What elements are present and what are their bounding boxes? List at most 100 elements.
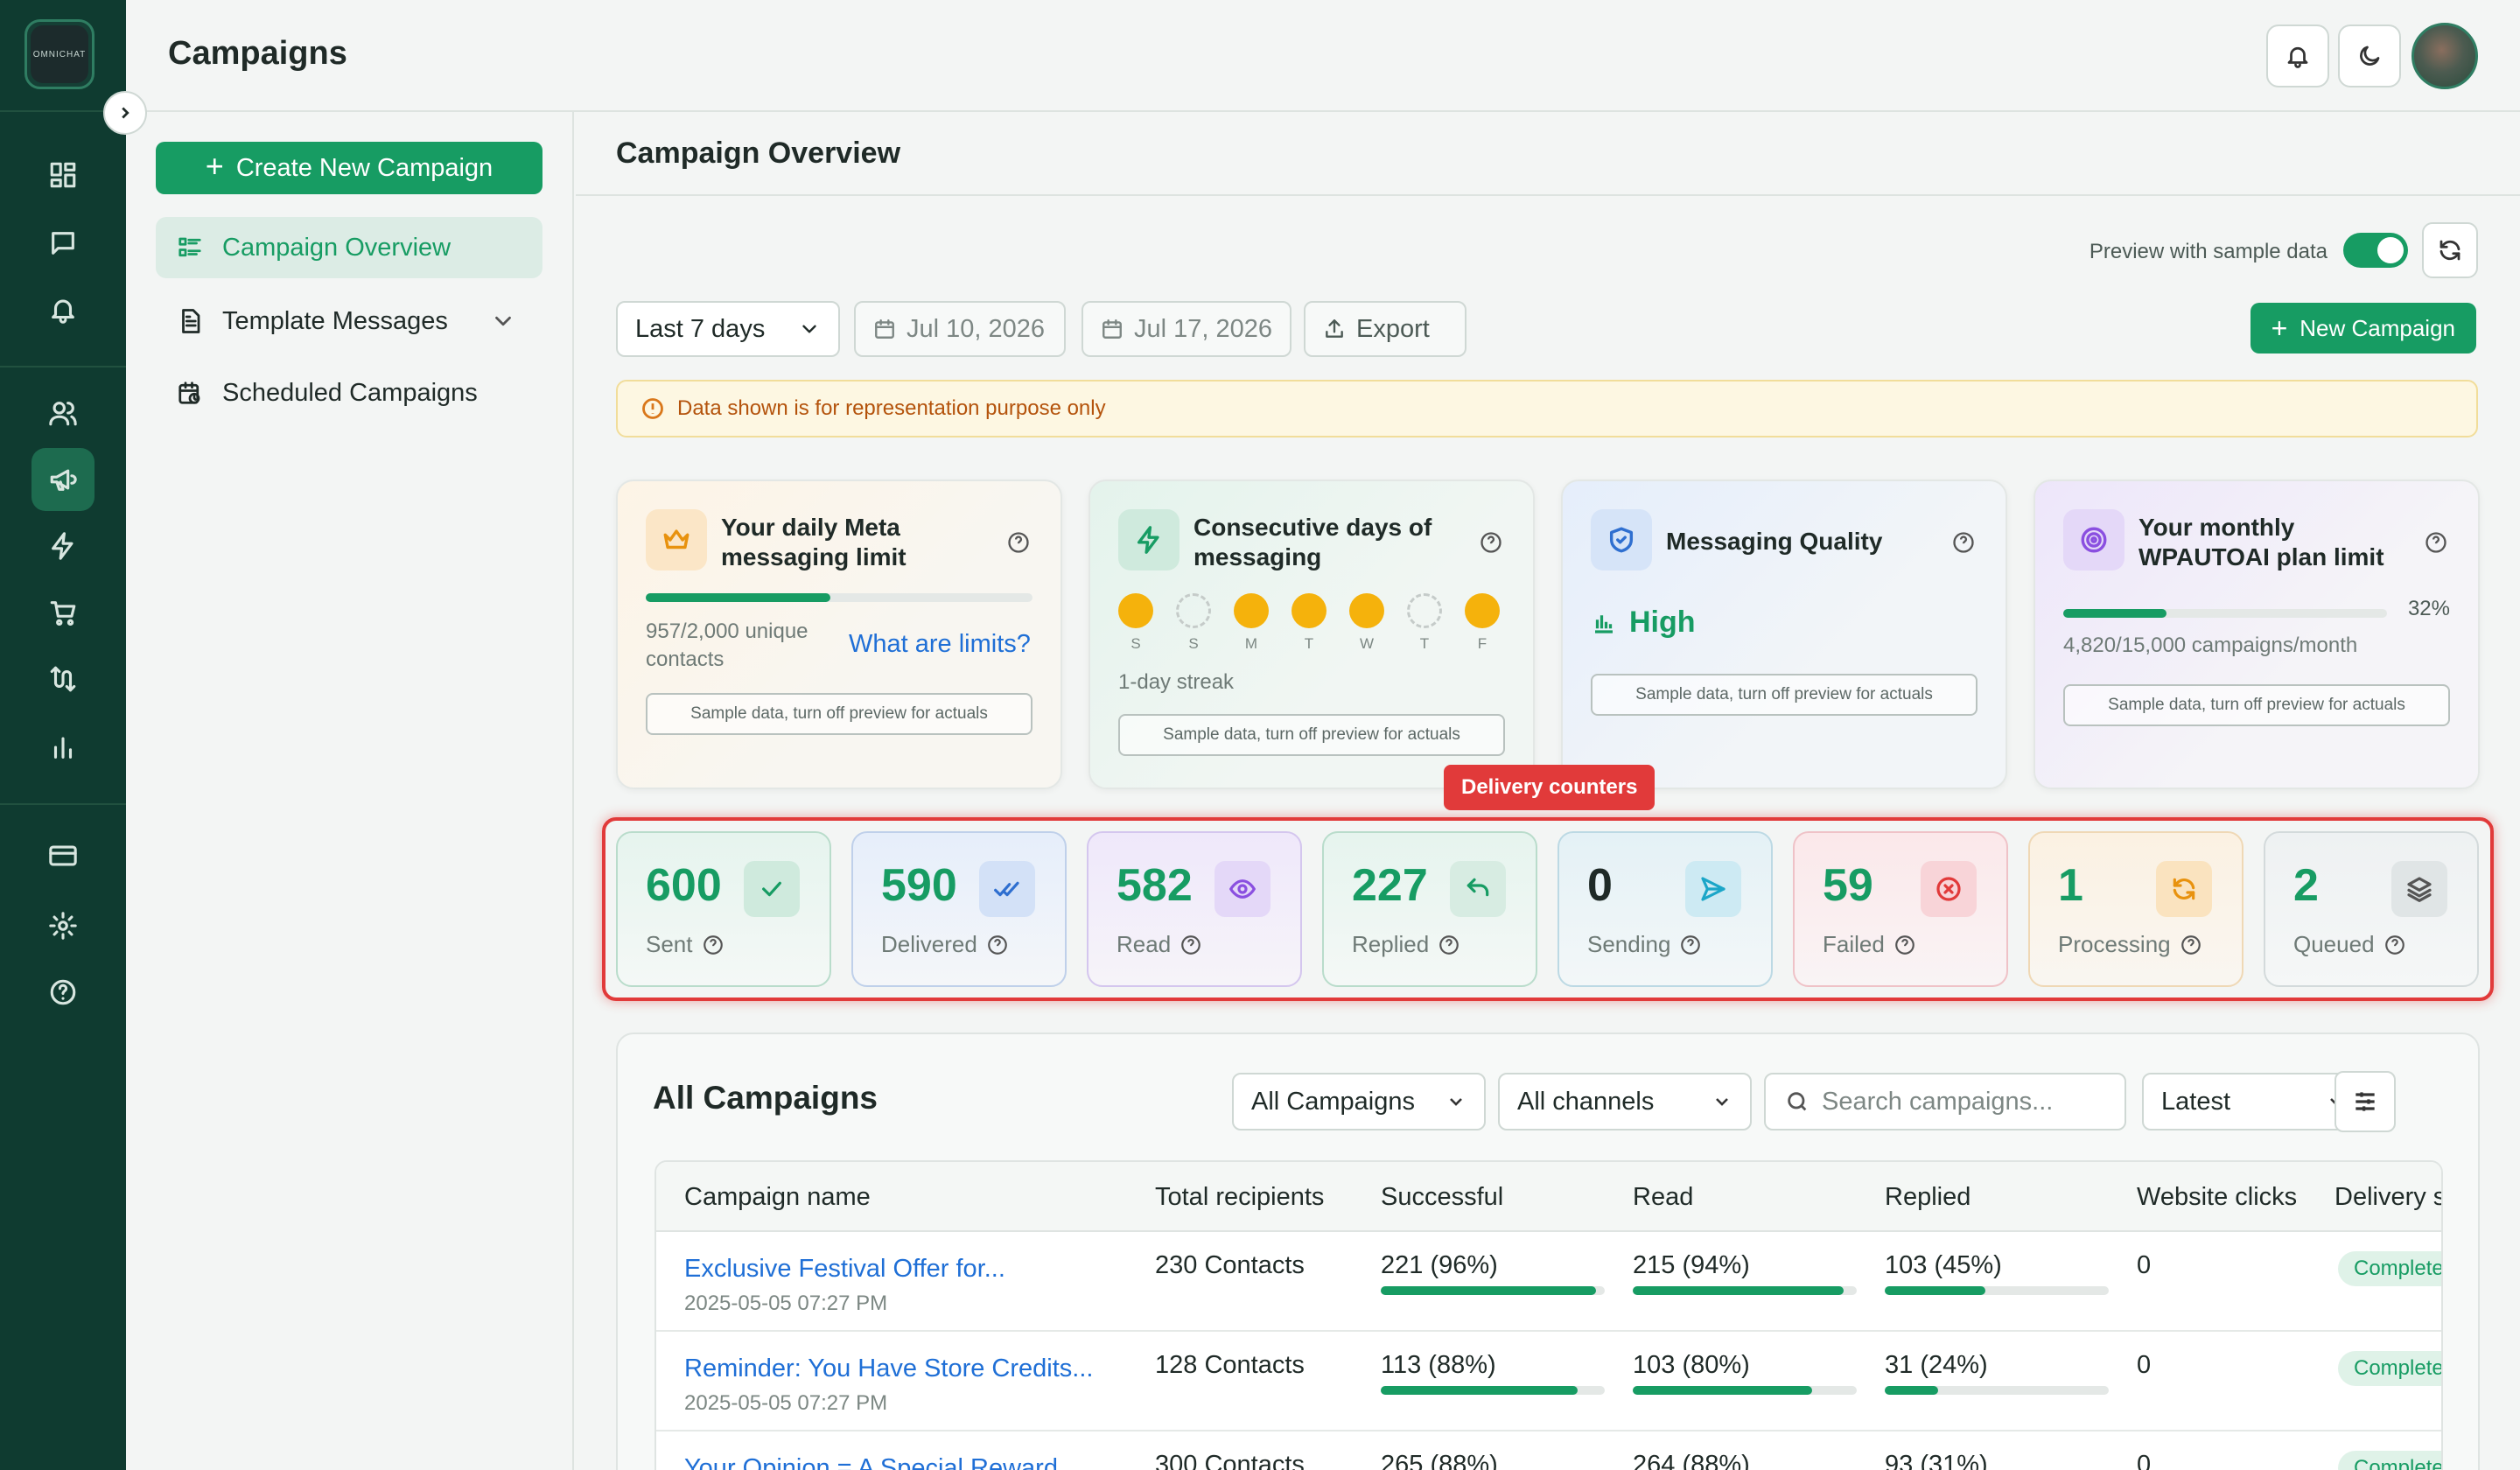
counter-sent[interactable]: 600 Sent — [616, 831, 831, 987]
help-icon[interactable] — [1894, 934, 1916, 956]
search-placeholder: Search campaigns... — [1822, 1087, 2054, 1116]
counter-delivered[interactable]: 590 Delivered — [851, 831, 1067, 987]
preview-toggle[interactable] — [2343, 233, 2408, 268]
counter-label-text: Replied — [1352, 931, 1430, 957]
new-campaign-button[interactable]: + New Campaign — [2250, 303, 2476, 354]
help-icon[interactable] — [986, 934, 1009, 956]
counter-processing[interactable]: 1 Processing — [2028, 831, 2244, 987]
notifications-button[interactable] — [2266, 24, 2329, 88]
date-from-field[interactable]: Jul 10, 2026 — [854, 301, 1066, 357]
dashboard-icon[interactable] — [32, 144, 94, 206]
crown-icon — [646, 509, 707, 570]
layers-icon — [2391, 861, 2447, 917]
help-icon[interactable] — [2384, 934, 2406, 956]
list-icon — [178, 237, 201, 257]
theme-toggle-button[interactable] — [2338, 24, 2401, 88]
subnav-item-scheduled[interactable]: Scheduled Campaigns — [156, 362, 542, 424]
reply-icon — [1450, 861, 1506, 917]
campaign-name-link[interactable]: Reminder: You Have Store Credits... — [684, 1354, 1093, 1383]
card-title: Consecutive days of messaging — [1194, 514, 1432, 570]
counter-sending[interactable]: 0 Sending — [1558, 831, 1773, 987]
streak-day-dot — [1176, 593, 1211, 628]
help-icon[interactable] — [1479, 530, 1503, 555]
table-row[interactable]: Reminder: You Have Store Credits... 2025-… — [656, 1332, 2441, 1432]
help-icon[interactable] — [2180, 934, 2202, 956]
app-logo[interactable]: OMNICHAT — [24, 19, 94, 89]
counter-value: 59 — [1823, 860, 1873, 911]
limit-progress-bar — [646, 593, 1032, 602]
flow-icon[interactable] — [32, 648, 94, 710]
help-icon[interactable] — [32, 961, 94, 1024]
rate-bar — [1885, 1386, 2109, 1395]
campaign-name-link[interactable]: Your Opinion = A Special Reward — [684, 1454, 1058, 1470]
card-icon[interactable] — [32, 824, 94, 887]
plus-icon: + — [2271, 312, 2288, 344]
campaign-filter-select[interactable]: All Campaigns — [1232, 1073, 1486, 1130]
status-badge: Completed — [2338, 1351, 2441, 1386]
help-icon[interactable] — [702, 934, 724, 956]
limit-progress-fill — [646, 593, 831, 602]
channel-filter-select[interactable]: All channels — [1498, 1073, 1752, 1130]
counter-label-text: Read — [1116, 931, 1172, 957]
cart-icon[interactable] — [32, 581, 94, 644]
help-icon[interactable] — [1679, 934, 1702, 956]
date-to-field[interactable]: Jul 17, 2026 — [1082, 301, 1292, 357]
chevron-right-icon — [122, 107, 130, 119]
table-row[interactable]: Exclusive Festival Offer for... 2025-05-0… — [656, 1232, 2441, 1332]
table-options-button[interactable] — [2334, 1071, 2396, 1132]
counter-label: Failed — [1823, 931, 1916, 958]
limit-count: 957/2,000 unique contacts — [646, 620, 808, 671]
subnav-item-label: Template Messages — [222, 306, 448, 335]
bar-chart-icon — [1595, 614, 1613, 634]
counter-queued[interactable]: 2 Queued — [2264, 831, 2479, 987]
chat-icon[interactable] — [32, 212, 94, 275]
counter-read[interactable]: 582 Read — [1087, 831, 1302, 987]
campaign-name-link[interactable]: Exclusive Festival Offer for... — [684, 1255, 1005, 1284]
sort-select[interactable]: Latest — [2142, 1073, 2366, 1130]
subnav-item-overview[interactable]: Campaign Overview — [156, 217, 542, 278]
main-content: Campaign Overview Preview with sample da… — [576, 112, 2520, 1470]
counter-value: 600 — [646, 860, 722, 911]
document-icon — [182, 309, 200, 333]
subnav-item-label: Scheduled Campaigns — [222, 378, 478, 407]
help-icon[interactable] — [1951, 530, 1976, 555]
help-icon[interactable] — [1180, 934, 1202, 956]
table-row[interactable]: Your Opinion = A Special Reward 300 Conta… — [656, 1432, 2441, 1470]
bar-chart-icon[interactable] — [32, 716, 94, 779]
streak-day-label: F — [1477, 635, 1488, 652]
counter-replied[interactable]: 227 Replied — [1322, 831, 1537, 987]
status-badge: Completed — [2338, 1451, 2441, 1470]
create-campaign-button[interactable]: + Create New Campaign — [156, 142, 542, 194]
counter-label: Sent — [646, 931, 724, 958]
date-range-select[interactable]: Last 7 days — [616, 301, 840, 357]
expand-sidebar-button[interactable] — [103, 91, 147, 135]
export-button[interactable]: Export — [1304, 301, 1466, 357]
read-cell: 215 (94%) — [1633, 1251, 1750, 1279]
column-header: Website clicks — [2137, 1183, 2298, 1211]
plan-progress-bar — [2063, 609, 2387, 618]
rate-bar — [1381, 1286, 1605, 1295]
megaphone-icon[interactable] — [32, 448, 94, 511]
rate-bar-fill — [1885, 1286, 1986, 1295]
subnav-item-templates[interactable]: Template Messages — [156, 290, 542, 352]
bell-icon[interactable] — [32, 278, 94, 341]
users-icon[interactable] — [32, 382, 94, 444]
help-icon[interactable] — [2424, 530, 2448, 555]
counter-label: Replied — [1352, 931, 1460, 958]
settings-icon[interactable] — [32, 894, 94, 957]
sample-data-chip: Sample data, turn off preview for actual… — [1591, 674, 1978, 716]
what-are-limits-link[interactable]: What are limits? — [849, 630, 1031, 659]
bolt-icon[interactable] — [32, 514, 94, 578]
counter-value: 0 — [1587, 860, 1613, 911]
search-input[interactable]: Search campaigns... — [1764, 1073, 2126, 1130]
rate-bar-fill — [1633, 1386, 1812, 1395]
plan-percent: 32% — [2407, 597, 2450, 620]
avatar[interactable] — [2412, 23, 2478, 89]
column-header: Replied — [1885, 1183, 1971, 1211]
quality-value: High — [1629, 606, 1696, 639]
help-icon[interactable] — [1006, 530, 1031, 555]
counter-failed[interactable]: 59 Failed — [1793, 831, 2008, 987]
rate-bar-fill — [1381, 1286, 1596, 1295]
help-icon[interactable] — [1438, 934, 1460, 956]
refresh-button[interactable] — [2422, 222, 2478, 278]
